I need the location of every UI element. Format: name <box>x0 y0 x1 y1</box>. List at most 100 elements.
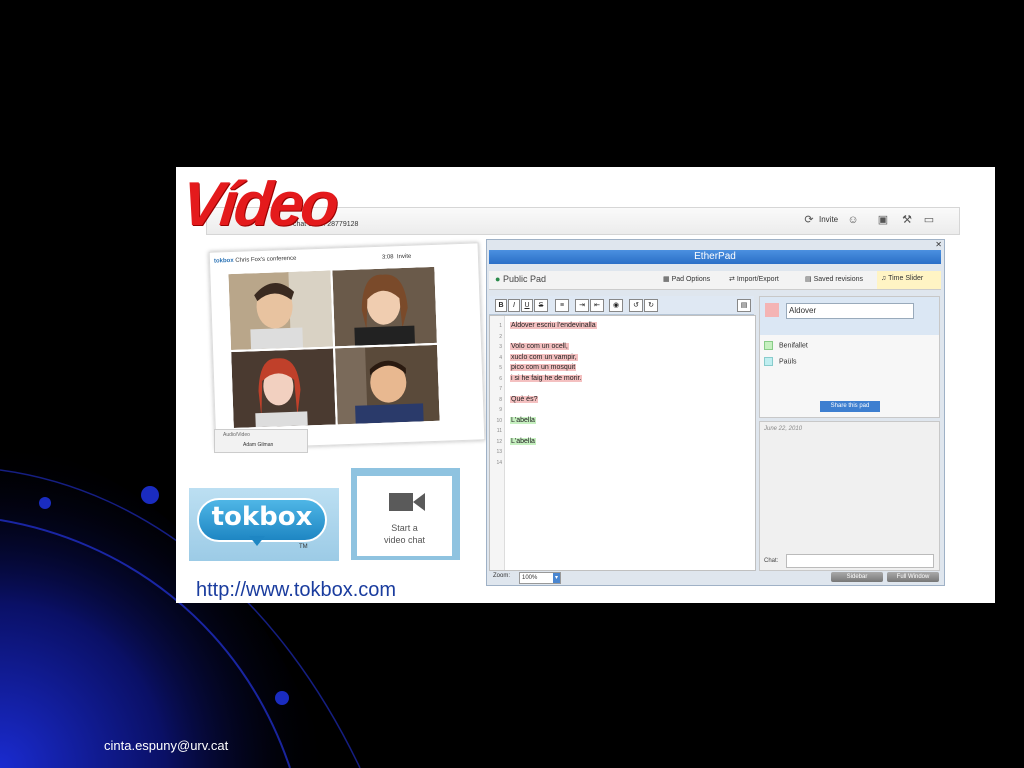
underline-button[interactable]: U <box>521 299 533 312</box>
redo-button[interactable]: ↻ <box>644 299 658 312</box>
line-number: 6 <box>499 375 502 382</box>
my-color-swatch[interactable] <box>765 303 779 317</box>
footer-email: cinta.espuny@urv.cat <box>104 738 229 753</box>
video-tile-3[interactable] <box>231 348 336 429</box>
undo-button[interactable]: ↺ <box>629 299 643 312</box>
logo-word: tokbox <box>211 502 313 532</box>
user-color-swatch <box>764 341 773 350</box>
line-number: 1 <box>499 323 502 329</box>
etherpad-bottom-bar: Zoom: 100% ▾ Sidebar Full Window <box>489 571 941 584</box>
indent-button[interactable]: ⇥ <box>575 299 589 312</box>
pad-line: pico com un mosquit <box>510 364 577 371</box>
italic-button[interactable]: I <box>508 299 520 312</box>
chat-date: June 22, 2010 <box>764 426 803 432</box>
public-pad: ● Public Pad <box>495 274 546 284</box>
line-number: 7 <box>499 386 502 392</box>
pad-line: Què és? <box>510 395 539 403</box>
wrench-icon[interactable]: ⚒ <box>901 214 913 226</box>
share-pad-button[interactable]: Share this pad <box>820 401 880 412</box>
pad-line: L'abella <box>510 437 536 445</box>
outdent-button[interactable]: ⇤ <box>590 299 604 312</box>
etherpad-title: EtherPad <box>489 250 941 264</box>
zoom-label: Zoom: <box>493 573 511 579</box>
strikethrough-button[interactable]: S <box>534 299 548 312</box>
conference-invite[interactable]: 3:08 Invite <box>382 254 412 261</box>
save-revision-icon[interactable]: ▤ <box>737 299 751 312</box>
my-name-field[interactable]: Aldover <box>786 303 914 319</box>
invite-label[interactable]: Invite <box>819 215 838 224</box>
camera-icon[interactable]: ▣ <box>877 214 889 226</box>
start-chat-line2: video chat <box>383 535 426 545</box>
pad-line: Aldover escriu l'endevinalla <box>510 322 597 329</box>
clear-authorship-button[interactable]: ◉ <box>609 299 623 312</box>
zoom-select[interactable]: 100% ▾ <box>519 572 561 584</box>
sidebar-button[interactable]: Sidebar <box>831 572 883 582</box>
tokbox-logo: tokbox TM <box>189 488 339 561</box>
chat-input[interactable] <box>786 554 934 568</box>
user-list-panel: Aldover Benifallet Paüls Share this pad <box>759 296 940 418</box>
participant-name: Adam Gilman <box>243 442 274 448</box>
menu-time-slider[interactable]: ♫ Time Slider <box>877 271 941 289</box>
pad-line: L'abella <box>510 416 536 424</box>
start-video-chat-button[interactable]: Start a video chat <box>351 468 460 560</box>
menu-pad-options[interactable]: ▦ Pad Options <box>663 275 710 283</box>
people-icon[interactable]: ☺ <box>847 214 859 226</box>
line-number: 11 <box>496 428 502 434</box>
globe-icon: ● <box>495 274 501 284</box>
chat-label: Chat: <box>764 558 779 564</box>
logo-tm: TM <box>299 544 308 550</box>
menu-pad-options-label: Pad Options <box>671 276 711 283</box>
video-tile-2[interactable] <box>332 266 437 347</box>
start-chat-line1: Start a <box>391 523 418 533</box>
pad-line: i si he faig he de morir. <box>510 374 583 382</box>
logo-bubble-tail <box>249 536 265 546</box>
full-window-button[interactable]: Full Window <box>887 572 939 582</box>
line-number: 5 <box>499 365 502 371</box>
conference-panel: tokbox Chris Fox's conference 3:08 Invit… <box>208 242 486 450</box>
tokbox-screenshot: chat code: 28779128 ⟳ Invite ☺ ▣ ⚒ ▭ Víd… <box>176 167 995 603</box>
chevron-down-icon: ▾ <box>552 573 560 583</box>
user-item: Benifallet <box>764 341 808 350</box>
line-number: 12 <box>496 438 502 445</box>
save-icon: ▤ <box>805 276 812 283</box>
etherpad-window: ✕ EtherPad ● Public Pad ▦ Pad Options ⇄ … <box>486 239 945 586</box>
line-number: 4 <box>499 354 502 361</box>
line-number: 14 <box>496 459 502 466</box>
line-number: 10 <box>496 417 502 424</box>
menu-saved-revisions[interactable]: ▤ Saved revisions <box>805 275 863 283</box>
bold-button[interactable]: B <box>495 299 507 312</box>
conference-invite-label: Invite <box>396 253 412 261</box>
conference-title: Chris Fox's conference <box>235 255 297 264</box>
swap-icon: ⇄ <box>729 276 735 283</box>
slide-title: Vídeo <box>178 170 340 239</box>
line-number: 13 <box>496 449 502 455</box>
conference-time: 3:08 <box>381 254 394 261</box>
pad-editor[interactable]: 1 2 3 4 5 6 7 8 9 10 11 12 13 14 Aldover escriu l'end… <box>489 315 756 571</box>
window-icon[interactable]: ▭ <box>923 214 935 226</box>
refresh-icon[interactable]: ⟳ <box>803 214 815 226</box>
public-pad-label: Public Pad <box>502 274 546 284</box>
user-name: Paüls <box>779 358 797 366</box>
time-slider-icon: ♫ <box>881 275 887 282</box>
user-color-swatch <box>764 357 773 366</box>
zoom-value: 100% <box>522 575 538 581</box>
chat-panel: June 22, 2010 Chat: <box>759 421 940 571</box>
pad-line: Volo com un ocell, <box>510 343 569 350</box>
menu-time-slider-label: Time Slider <box>888 275 924 282</box>
video-tile-4[interactable] <box>335 344 440 425</box>
bullet-list-button[interactable]: ≡ <box>555 299 569 312</box>
conference-brand: tokbox <box>213 257 234 265</box>
line-number: 9 <box>499 407 502 413</box>
user-name: Benifallet <box>779 342 808 350</box>
audio-video-panel: Audio/Video Adam Gilman <box>214 429 308 453</box>
my-user-row: Aldover <box>760 297 939 335</box>
line-number: 2 <box>499 333 502 340</box>
line-number-gutter: 1 2 3 4 5 6 7 8 9 10 11 12 13 14 <box>490 316 505 570</box>
close-icon[interactable]: ✕ <box>935 240 942 249</box>
tokbox-url[interactable]: http://www.tokbox.com <box>196 579 396 602</box>
video-tile-1[interactable] <box>228 270 334 351</box>
line-number: 8 <box>499 396 502 403</box>
menu-import-export[interactable]: ⇄ Import/Export <box>729 275 779 283</box>
pad-options-icon: ▦ <box>663 276 670 283</box>
start-chat-card: Start a video chat <box>357 476 452 556</box>
